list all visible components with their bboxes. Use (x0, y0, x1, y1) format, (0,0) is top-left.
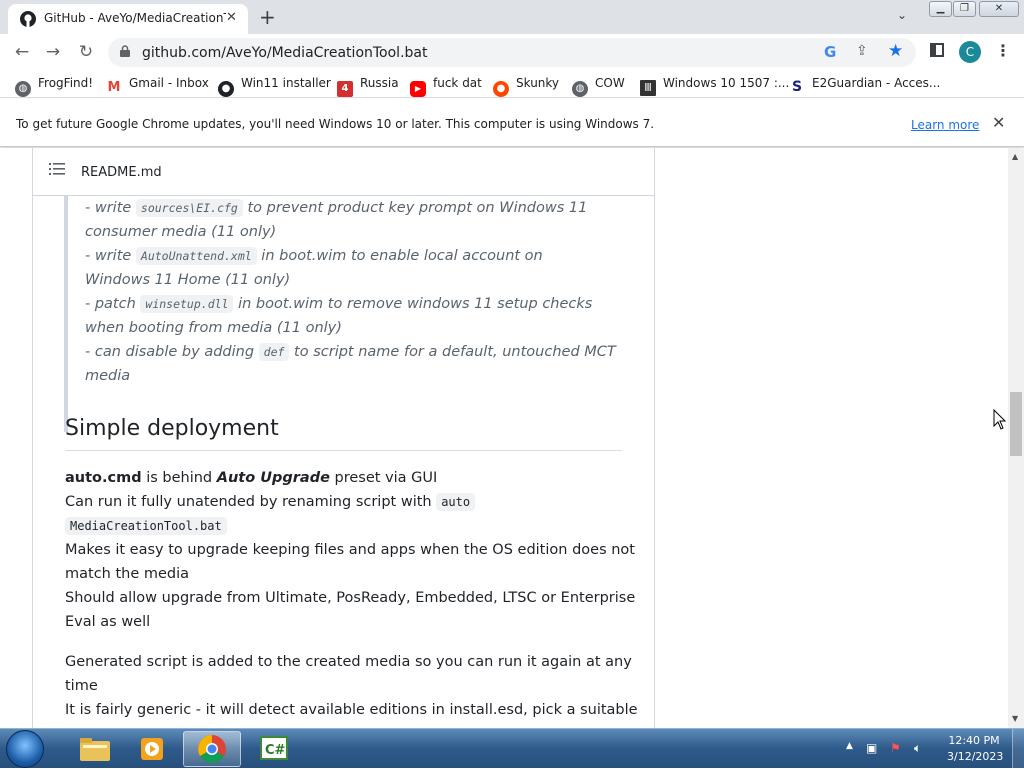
mouse-cursor-icon (993, 409, 1007, 430)
tab-search-icon[interactable]: ⌄ (897, 8, 907, 22)
share-icon[interactable]: ⇪ (856, 43, 868, 59)
new-tab-button[interactable]: + (259, 5, 276, 29)
back-button[interactable]: ← (11, 41, 33, 63)
infobar-message: To get future Google Chrome updates, you… (16, 117, 655, 131)
paragraph-line: MediaCreationTool.bat (65, 517, 227, 535)
section-heading: Simple deployment (65, 416, 279, 441)
taskbar-media-player[interactable] (124, 731, 182, 767)
bookmark-cow[interactable]: ◍ COW (572, 76, 625, 97)
taskbar-csharp-app[interactable]: C# (245, 731, 303, 767)
youtube-icon: ▶ (410, 81, 426, 97)
close-window-button[interactable]: ✕ (979, 1, 1019, 17)
url-text: github.com/AveYo/MediaCreationTool.bat (142, 45, 428, 61)
bookmark-frogfind[interactable]: ◍ FrogFind! (15, 76, 93, 97)
paragraph-line: match the media (65, 566, 190, 582)
page-content: README.md - write sources\EI.cfg to prev… (0, 148, 1008, 728)
paragraph-line: Can run it fully unatended by renaming s… (65, 493, 476, 511)
scroll-up-arrow-icon[interactable]: ▲ (1012, 152, 1018, 161)
reload-button[interactable]: ↻ (75, 41, 97, 63)
github-icon (20, 11, 36, 27)
forward-button[interactable]: → (42, 41, 64, 63)
e2guardian-icon: S (789, 79, 805, 95)
bookmark-win11-installer[interactable]: ● Win11 installer (218, 76, 331, 97)
browser-tab[interactable]: GitHub - AveYo/MediaCreationTool.bat ✕ (8, 4, 248, 34)
paragraph-line: Eval as well (65, 614, 151, 630)
scroll-thumb[interactable] (1010, 392, 1022, 456)
volume-icon[interactable]: 🔈︎ (914, 741, 921, 756)
bookmark-windows-10-1507[interactable]: Ⅲ Windows 10 1507 :... (640, 76, 789, 96)
paragraph-line: Makes it easy to upgrade keeping files a… (65, 542, 635, 558)
bookmark-skunky[interactable]: ● Skunky (493, 76, 559, 97)
quote-line: media (85, 368, 131, 384)
outline-list-icon[interactable] (49, 162, 65, 176)
paragraph-line: time (65, 678, 98, 694)
quote-line: Windows 11 Home (11 only) (85, 272, 291, 288)
google-lens-icon[interactable]: G (824, 43, 836, 61)
paragraph-line: It is fairly generic - it will detect av… (65, 702, 638, 718)
github-icon: ● (218, 81, 234, 97)
learn-more-link[interactable]: Learn more (911, 118, 979, 132)
bookmarks-bar: ◍ FrogFind! M Gmail - Inbox ● Win11 install… (0, 70, 1024, 98)
page-scrollbar[interactable]: ▲ ▼ (1008, 148, 1024, 728)
svg-text:C#: C# (265, 743, 286, 758)
quote-line: when booting from media (11 only) (85, 320, 342, 336)
update-infobar: To get future Google Chrome updates, you… (0, 99, 1024, 147)
tab-title: GitHub - AveYo/MediaCreationTool.bat (44, 11, 226, 25)
start-button[interactable] (6, 730, 44, 768)
tray-expand-icon[interactable]: ▲ (846, 741, 853, 751)
readme-filename: README.md (81, 165, 162, 180)
media-player-icon (141, 738, 163, 760)
profile-avatar[interactable]: C (959, 41, 981, 63)
bookmark-star-icon[interactable]: ★ (888, 41, 903, 61)
bookmark-red-icon: 4 (337, 81, 353, 97)
readme-header: README.md (33, 148, 654, 196)
heading-divider (65, 450, 622, 451)
bookmark-e2guardian[interactable]: S E2Guardian - Acces... (789, 76, 940, 95)
quote-line: - write sources\EI.cfg to prevent produc… (85, 199, 588, 217)
paragraph-line: Generated script is added to the created… (65, 654, 632, 670)
quote-line: consumer media (11 only) (85, 224, 277, 240)
restore-button[interactable]: ❐ (953, 1, 976, 17)
taskbar-explorer[interactable] (66, 731, 124, 767)
reddit-icon: ● (493, 81, 509, 97)
network-icon[interactable]: ▣ (866, 741, 877, 755)
tab-strip: GitHub - AveYo/MediaCreationTool.bat ✕ +… (0, 0, 1024, 34)
lock-icon (120, 45, 130, 57)
chrome-menu-icon[interactable]: ⋮ (995, 41, 1011, 60)
paragraph-line: auto.cmd is behind Auto Upgrade preset v… (65, 470, 438, 486)
taskbar-chrome[interactable] (183, 731, 241, 767)
blockquote-bar (64, 196, 68, 432)
side-panel-icon[interactable] (930, 43, 944, 57)
folder-icon (80, 738, 110, 761)
quote-line: - write AutoUnattend.xml in boot.wim to … (85, 247, 543, 265)
windows-taskbar: C# ▲ ▣ ⚑ 🔈︎ 12:40 PM 3/12/2023 (0, 728, 1024, 769)
csharp-icon: C# (260, 736, 288, 760)
bookmark-gmail[interactable]: M Gmail - Inbox (106, 76, 209, 96)
clock-date[interactable]: 3/12/2023 (947, 750, 1003, 763)
quote-line: - patch winsetup.dll in boot.wim to remo… (85, 295, 593, 313)
scroll-down-arrow-icon[interactable]: ▼ (1012, 714, 1018, 723)
quote-line: - can disable by adding def to script na… (85, 343, 616, 361)
archive-icon: Ⅲ (640, 80, 656, 96)
address-bar[interactable]: github.com/AveYo/MediaCreationTool.bat G… (108, 38, 916, 67)
minimize-button[interactable]: ▁ (929, 1, 952, 17)
bookmark-fuck-dat[interactable]: ▶ fuck dat (410, 76, 482, 97)
gmail-icon: M (106, 80, 122, 96)
globe-icon: ◍ (572, 81, 588, 97)
browser-toolbar: ← → ↻ github.com/AveYo/MediaCreationTool… (0, 34, 1024, 70)
paragraph-line: Should allow upgrade from Ultimate, PosR… (65, 590, 636, 606)
action-center-flag-icon[interactable]: ⚑ (890, 741, 901, 755)
clock-time[interactable]: 12:40 PM (947, 734, 1001, 747)
bookmark-russia[interactable]: 4 Russia (337, 76, 399, 97)
chrome-icon (198, 735, 226, 763)
infobar-close-icon[interactable]: ✕ (992, 113, 1005, 132)
globe-icon: ◍ (15, 81, 31, 97)
tab-close-icon[interactable]: ✕ (226, 10, 237, 25)
show-desktop-button[interactable] (1012, 729, 1024, 769)
